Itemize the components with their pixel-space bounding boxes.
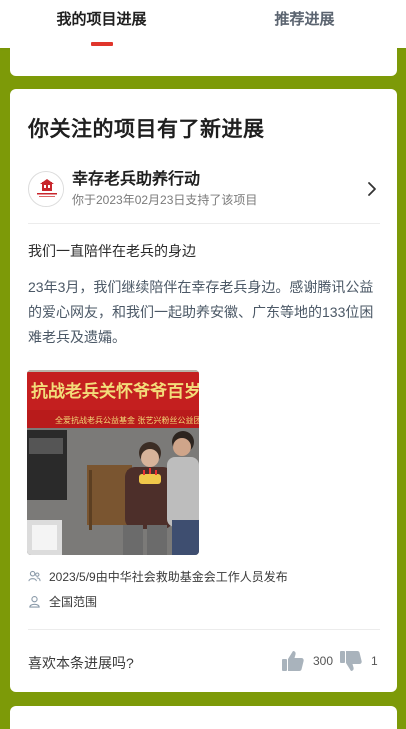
tab-recommended-progress[interactable]: 推荐进展: [203, 0, 406, 48]
active-tab-indicator: [90, 42, 113, 46]
project-support-date: 你于2023年02月23日支持了该项目: [72, 193, 258, 207]
top-tab-bar: 我的项目进展 推荐进展: [0, 0, 406, 48]
progress-body: 23年3月，我们继续陪伴在幸存老兵身边。感谢腾讯公益的爱心网友，和我们一起助养安…: [28, 279, 374, 345]
progress-card: 你关注的项目有了新进展 幸存老兵助养行动 你于2023年02月23日支持了该项目…: [10, 89, 397, 692]
tab-recommended-progress-label: 推荐进展: [274, 11, 335, 28]
project-name: 幸存老兵助养行动: [72, 171, 201, 188]
thumbs-down-icon: [340, 651, 362, 671]
scope-text: 全国范围: [49, 594, 98, 609]
publisher-text: 2023/5/9由中华社会救助基金会工作人员发布: [49, 569, 288, 584]
thumbs-up-icon: [282, 651, 304, 671]
svg-text:抗战老兵关怀爷爷百岁生日快乐: 抗战老兵关怀爷爷百岁生日快乐: [31, 381, 199, 402]
svg-text:全爱抗战老兵公益基金 张艺兴粉丝公益团: 全爱抗战老兵公益基金 张艺兴粉丝公益团: [55, 415, 199, 425]
scope-info: 全国范围: [28, 591, 97, 611]
divider: [28, 223, 380, 224]
like-count: 300: [313, 654, 334, 668]
people-icon: [28, 570, 41, 581]
like-button[interactable]: 300: [281, 649, 333, 673]
progress-photo[interactable]: 抗战老兵关怀爷爷百岁生日快乐 全爱抗战老兵公益基金 张艺兴粉丝公益团: [27, 370, 199, 555]
location-person-icon: [29, 595, 40, 608]
dislike-count: 1: [371, 654, 378, 668]
tab-my-project-progress[interactable]: 我的项目进展: [0, 0, 203, 48]
tab-my-project-progress-label: 我的项目进展: [56, 11, 147, 28]
progress-headline: 我们一直陪伴在老兵的身边: [28, 243, 196, 259]
feedback-question: 喜欢本条进展吗?: [28, 655, 134, 671]
previous-card: [10, 48, 397, 76]
dislike-button[interactable]: 1: [339, 649, 378, 673]
publisher-info: 2023/5/9由中华社会救助基金会工作人员发布: [28, 566, 288, 586]
project-link[interactable]: 幸存老兵助养行动 你于2023年02月23日支持了该项目: [28, 165, 380, 213]
project-logo-icon: [28, 171, 64, 207]
card-title: 你关注的项目有了新进展: [28, 118, 265, 141]
chevron-right-icon: [368, 182, 376, 196]
next-card: [10, 706, 397, 729]
divider: [28, 629, 380, 630]
